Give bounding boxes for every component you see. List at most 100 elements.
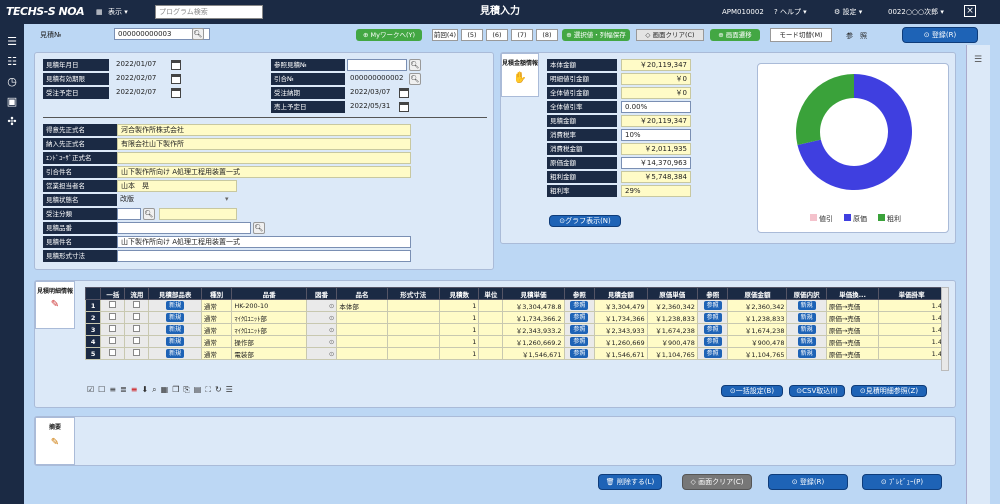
cost-unit-cell[interactable]: ￥1,238,833 — [646, 311, 698, 324]
nav-button-6[interactable]: (6) — [486, 29, 508, 41]
column-header[interactable]: 品番 — [231, 287, 307, 300]
cost-ref-button[interactable]: 参照 — [696, 299, 729, 312]
checkbox[interactable] — [109, 349, 117, 356]
details-tab[interactable]: 見積明細情報 ✎ — [35, 281, 75, 329]
price-ref-button[interactable]: 参照 — [563, 299, 596, 312]
date-input-2[interactable]: 2022/02/07 — [113, 87, 161, 99]
part-no-cell[interactable]: 電装部 — [231, 347, 307, 360]
part-no-cell[interactable]: 操作部 — [231, 335, 307, 348]
search-icon[interactable]: 🔍︎ — [409, 73, 421, 85]
format-cell[interactable] — [386, 311, 441, 324]
detail-ref-button[interactable]: ⊙見積明細参照(Z) — [851, 385, 927, 397]
unit-price-cell[interactable]: ￥3,304,478.8 — [502, 299, 565, 312]
cost-unit-cell[interactable]: ￥900,478 — [646, 335, 698, 348]
quantity-cell[interactable]: 1 — [439, 323, 480, 336]
footer-clear-button[interactable]: ◇ 画面クリア(C) — [682, 474, 752, 490]
bulk-checkbox[interactable] — [100, 299, 126, 312]
cost-breakdown-button[interactable]: 新規 — [786, 335, 827, 348]
reuse-checkbox[interactable] — [124, 311, 150, 324]
price-conversion-cell[interactable]: 原価→売価 — [825, 347, 880, 360]
summary-tab[interactable]: 見積金額情報 ✋ — [501, 53, 539, 97]
table-row[interactable]: 1 新規 通常 HK-200-10 ⊙ 本体部 1 ￥3,304,478.8 参照 ￥3,304,… — [85, 299, 945, 312]
grid-scrollbar[interactable] — [941, 287, 949, 371]
cost-breakdown-button[interactable]: 新規 — [786, 323, 827, 336]
bulk-checkbox[interactable] — [100, 347, 126, 360]
ref-button[interactable]: 参照 — [570, 313, 589, 322]
list-icon[interactable]: ☰ — [226, 385, 237, 394]
transition-button[interactable]: ⊕ 画面遷移 — [710, 29, 760, 41]
settings-menu[interactable]: ⚙ 設定 ▾ — [834, 6, 862, 18]
drawing-cell[interactable]: ⊙ — [305, 323, 338, 336]
bulk-setting-button[interactable]: ⊙一括設定(B) — [721, 385, 783, 397]
unit-cell[interactable] — [478, 347, 504, 360]
cost-ref-button[interactable]: 参照 — [696, 323, 729, 336]
copy-icon[interactable]: ❐ — [172, 385, 183, 394]
save-columns-button[interactable]: ⊕ 選択値・列幅保存 — [562, 29, 630, 41]
cost-ref-button[interactable]: 参照 — [696, 335, 729, 348]
estimate-subject-input[interactable]: 山下製作所向け A処理工程用装置一式 — [117, 236, 411, 248]
bom-new-button[interactable]: 新規 — [148, 335, 202, 348]
program-search-input[interactable]: プログラム検索 — [155, 5, 263, 19]
drawing-icon[interactable]: ⊙ — [329, 338, 334, 346]
unit-cell[interactable] — [478, 335, 504, 348]
help-menu[interactable]: ? ヘルプ ▾ — [774, 6, 807, 18]
part-name-cell[interactable]: 本体部 — [336, 299, 388, 312]
ref-button[interactable]: 参照 — [703, 301, 722, 310]
order-class-code-input[interactable] — [117, 208, 141, 220]
new-button[interactable]: 新規 — [166, 301, 185, 310]
part-name-cell[interactable] — [336, 347, 388, 360]
new-button[interactable]: 新規 — [166, 325, 185, 334]
drawing-cell[interactable]: ⊙ — [305, 335, 338, 348]
new-button[interactable]: 新規 — [797, 349, 816, 358]
square-icon[interactable]: ☐ — [98, 385, 109, 394]
search-icon[interactable]: 🔍︎ — [143, 208, 155, 220]
register-top-button[interactable]: ⊙ 登録(R) — [902, 27, 978, 43]
user-list-icon[interactable]: ☷ — [4, 54, 20, 70]
puzzle-icon[interactable]: ✣ — [4, 114, 20, 130]
csv-import-button[interactable]: ⊙CSV取込(I) — [789, 385, 845, 397]
reuse-checkbox[interactable] — [124, 347, 150, 360]
part-name-cell[interactable] — [336, 335, 388, 348]
column-header[interactable]: 一括 — [100, 287, 126, 300]
nav-button-8[interactable]: (8) — [536, 29, 558, 41]
unit-cell[interactable] — [478, 323, 504, 336]
drawing-icon[interactable]: ⊙ — [329, 350, 334, 358]
estimate-status-select[interactable]: 改版 — [117, 194, 237, 206]
footer-register-button[interactable]: ⊙ 登録(R) — [768, 474, 848, 490]
cost-unit-cell[interactable]: ￥1,104,765 — [646, 347, 698, 360]
column-header[interactable]: 単位 — [478, 287, 504, 300]
unit-price-cell[interactable]: ￥2,343,933.2 — [502, 323, 565, 336]
customer-name-input[interactable]: 河合製作所株式会社 — [117, 124, 411, 136]
bulk-checkbox[interactable] — [100, 335, 126, 348]
clear-button[interactable]: ◇ 画面クリア(C) — [636, 29, 704, 41]
new-button[interactable]: 新規 — [166, 337, 185, 346]
reuse-checkbox[interactable] — [124, 335, 150, 348]
bom-new-button[interactable]: 新規 — [148, 347, 202, 360]
format-cell[interactable] — [386, 299, 441, 312]
format-cell[interactable] — [386, 323, 441, 336]
graph-button[interactable]: ⊙グラフ表示(N) — [549, 215, 621, 227]
ref-button[interactable]: 参照 — [703, 325, 722, 334]
delete-row-icon[interactable]: ≡ — [131, 385, 142, 394]
estimate-format-input[interactable] — [117, 250, 411, 262]
quantity-cell[interactable]: 1 — [439, 335, 480, 348]
bulk-checkbox[interactable] — [100, 311, 126, 324]
inquiry-subject-input[interactable]: 山下製作所向け A処理工程用装置一式 — [117, 166, 411, 178]
unit-price-cell[interactable]: ￥1,734,366.2 — [502, 311, 565, 324]
search-icon[interactable]: 🔍︎ — [409, 59, 421, 71]
ref-button[interactable]: 参照 — [703, 313, 722, 322]
notes-tab[interactable]: 摘要 ✎ — [35, 417, 75, 465]
checkbox[interactable] — [133, 313, 141, 320]
preview-button[interactable]: ⊙ ﾌﾟﾚﾋﾞｭｰ(P) — [862, 474, 942, 490]
checkbox[interactable] — [133, 349, 141, 356]
chevron-down-icon[interactable]: ▾ — [225, 195, 229, 203]
cost-breakdown-button[interactable]: 新規 — [786, 311, 827, 324]
price-rate-cell[interactable]: 1.4 — [878, 311, 945, 324]
part-name-cell[interactable] — [336, 311, 388, 324]
quantity-cell[interactable]: 1 — [439, 311, 480, 324]
quantity-cell[interactable]: 1 — [439, 347, 480, 360]
nav-button-7[interactable]: (7) — [511, 29, 533, 41]
price-ref-button[interactable]: 参照 — [563, 311, 596, 324]
price-ref-button[interactable]: 参照 — [563, 335, 596, 348]
new-button[interactable]: 新規 — [166, 349, 185, 358]
